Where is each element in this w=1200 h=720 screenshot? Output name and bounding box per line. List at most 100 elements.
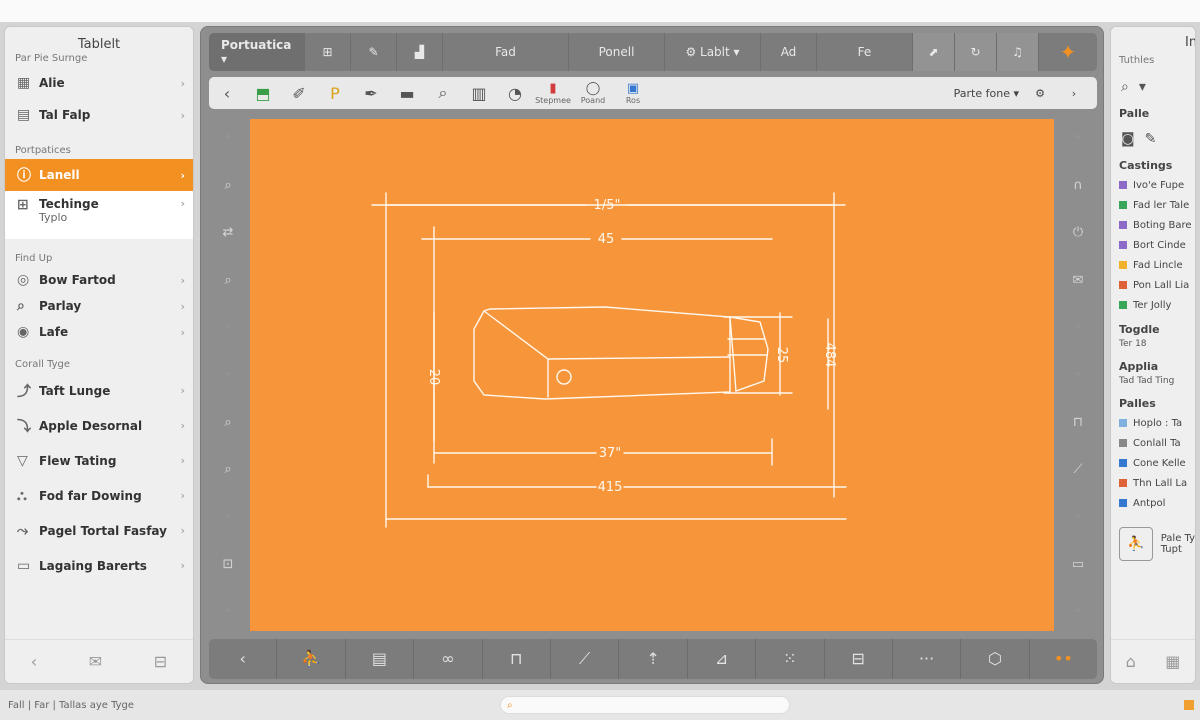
chevron-right-icon[interactable]: › (1061, 87, 1087, 100)
power-icon[interactable]: ⏻ (1065, 220, 1091, 246)
tool-item[interactable]: ⤳ Pagel Tortal Fasfay › (5, 513, 193, 548)
zoom-icon[interactable]: ⌕ (215, 267, 241, 293)
layer-item[interactable]: Antpol (1111, 493, 1195, 513)
layer-item[interactable]: Hoplo : Ta (1111, 413, 1195, 433)
list-item-active[interactable]: ⓘ Lanell › (5, 159, 193, 191)
back-icon[interactable]: ‹ (209, 84, 245, 103)
tool-item[interactable]: ▽ Flew Tating › (5, 443, 193, 478)
dot-icon[interactable]: ◦ (1065, 504, 1091, 530)
panel-icon[interactable]: ⊟ (154, 652, 167, 671)
figure-icon[interactable]: ⛹ (277, 639, 346, 679)
list-icon[interactable]: ▤ (346, 639, 415, 679)
dot-icon[interactable]: ◦ (215, 315, 241, 341)
p-icon[interactable]: P (317, 84, 353, 103)
export-icon[interactable]: ⬈ (913, 33, 955, 71)
layer-item[interactable]: Ter Jolly (1111, 295, 1195, 315)
tool-item[interactable]: ⛬ Fod far Dowing › (5, 478, 193, 513)
chevron-down-icon[interactable]: ▾ (1139, 79, 1146, 95)
panel-icon[interactable]: ⊟ (825, 639, 893, 679)
list-item[interactable]: ◉ Lafe › (5, 319, 193, 345)
list-item[interactable]: ▤ Tal Falp › (5, 99, 193, 131)
layer-item[interactable]: Bort Cinde (1111, 235, 1195, 255)
back-icon[interactable]: ‹ (31, 652, 37, 671)
tab-ad[interactable]: Ad (761, 33, 817, 71)
search-icon[interactable]: ⌕ (1121, 79, 1129, 95)
ros-tool[interactable]: ▣ Ros (613, 81, 653, 105)
link-icon[interactable]: ∞ (414, 639, 483, 679)
swap-icon[interactable]: ⇄ (215, 220, 241, 246)
resize-handle[interactable] (1184, 700, 1194, 710)
workspace-dropdown[interactable]: Portuatica ▾ (209, 33, 305, 71)
crop-icon[interactable]: ⊡ (215, 552, 241, 578)
bars-icon[interactable]: ▟ (397, 33, 443, 71)
dots-icon[interactable]: •• (1030, 639, 1097, 679)
rectangle-icon[interactable]: ▭ (1065, 552, 1091, 578)
zoom-icon[interactable]: ⌕ (215, 409, 241, 435)
dot-icon[interactable]: ◦ (1065, 315, 1091, 341)
frame-icon[interactable]: ⊓ (1065, 409, 1091, 435)
dot-icon[interactable]: ◦ (215, 599, 241, 625)
brush-icon[interactable]: ✒ (353, 84, 389, 103)
dot-icon[interactable]: ◦ (215, 125, 241, 151)
list-item[interactable]: ▦ Alie › (5, 67, 193, 99)
zoom-icon[interactable]: ⌕ (215, 172, 241, 198)
line-icon[interactable]: ⟋ (551, 639, 620, 679)
drawing-canvas[interactable]: 1/5" 45 20 25 484 37" 415 (250, 119, 1054, 631)
dot-icon[interactable]: ◦ (215, 362, 241, 388)
list-item[interactable]: ⊞ Techinge Typlo › (5, 191, 193, 239)
poand-tool[interactable]: ◯ Poand (573, 81, 613, 105)
layer-item[interactable]: Pon Lall Lia (1111, 275, 1195, 295)
layer-item[interactable]: Fad ler Tale (1111, 195, 1195, 215)
frame-icon[interactable]: ⊓ (483, 639, 551, 679)
zoom-icon[interactable]: ⌕ (215, 457, 241, 483)
layer-item[interactable]: Boting Bare (1111, 215, 1195, 235)
music-icon[interactable]: ♫ (997, 33, 1039, 71)
tab-ponell[interactable]: Ponell (569, 33, 665, 71)
pane-tone-dropdown[interactable]: Parte fone ▾ (954, 87, 1019, 100)
tool-item[interactable]: ⤵ Apple Desornal › (5, 408, 193, 443)
tool-item[interactable]: ▭ Lagaing Barerts › (5, 548, 193, 583)
layer-item[interactable]: Thn Lall La (1111, 473, 1195, 493)
pie-icon[interactable]: ◔ (497, 84, 533, 103)
angle-icon[interactable]: ⊿ (688, 639, 757, 679)
preset-card[interactable]: ⛹ Pale Ty Tupt (1111, 527, 1195, 561)
list-item[interactable]: ◎ Bow Fartod › (5, 267, 193, 293)
mail-icon[interactable]: ✉ (1065, 267, 1091, 293)
arrow-up-icon[interactable]: ⇡ (619, 639, 688, 679)
pen-icon[interactable]: ✐ (281, 84, 317, 103)
zoom-icon[interactable]: ⌕ (425, 83, 461, 103)
dot-icon[interactable]: ◦ (1065, 599, 1091, 625)
stepmee-tool[interactable]: ▮ Stepmee (533, 81, 573, 105)
mail-icon[interactable]: ✉ (89, 652, 102, 671)
settings-dropdown[interactable]: ⚙ Lablt ▾ (665, 33, 761, 71)
dots-grid-icon[interactable]: ⁙ (756, 639, 825, 679)
tool-item[interactable]: ⤴ Taft Lunge › (5, 373, 193, 408)
tab-fad[interactable]: Fad (443, 33, 569, 71)
line-icon[interactable]: ⟋ (1065, 457, 1091, 483)
tab-fe[interactable]: Fe (817, 33, 913, 71)
grid-icon[interactable]: ▦ (1165, 652, 1180, 671)
layer-item[interactable]: Cone Kelle (1111, 453, 1195, 473)
gear-icon[interactable]: ⚙ (1027, 87, 1053, 100)
more-icon[interactable]: ··· (893, 639, 962, 679)
hexagon-icon[interactable]: ⬡ (961, 639, 1030, 679)
rectangle-icon[interactable]: ▬ (389, 84, 425, 103)
dot-icon[interactable]: ◦ (215, 504, 241, 530)
refresh-icon[interactable]: ↻ (955, 33, 997, 71)
grid-icon[interactable]: ⊞ (305, 33, 351, 71)
arch-icon[interactable]: ∩ (1065, 172, 1091, 198)
back-icon[interactable]: ‹ (209, 639, 278, 679)
layers-icon[interactable]: ⬒ (245, 84, 281, 103)
columns-icon[interactable]: ▥ (461, 84, 497, 103)
camera-icon[interactable]: ◙ (1121, 131, 1135, 147)
layer-item[interactable]: Conlall Ta (1111, 433, 1195, 453)
pencil-icon[interactable]: ✎ (351, 33, 397, 71)
layer-item[interactable]: Fad Lincle (1111, 255, 1195, 275)
list-item[interactable]: ⌕ Parlay › (5, 293, 193, 319)
home-icon[interactable]: ⌂ (1126, 652, 1136, 671)
star-icon[interactable]: ✦ (1039, 33, 1097, 71)
status-search-field[interactable]: ⌕ (500, 696, 790, 714)
layer-item[interactable]: Ivo'e Fupe (1111, 175, 1195, 195)
pencil-icon[interactable]: ✎ (1145, 131, 1157, 147)
dot-icon[interactable]: ◦ (1065, 125, 1091, 151)
